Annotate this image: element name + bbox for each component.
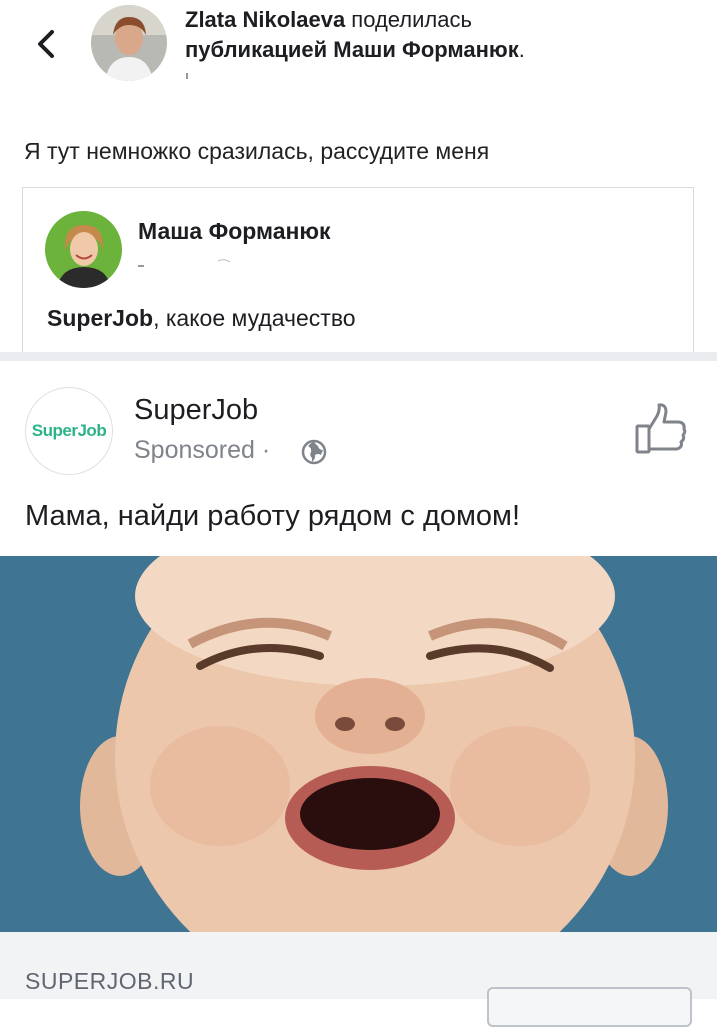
- ad-image-crying-baby[interactable]: [0, 556, 717, 932]
- globe-icon: [301, 439, 327, 465]
- shared-post-meta-fragment: [138, 258, 238, 270]
- link-domain: SUPERJOB.RU: [25, 968, 195, 994]
- shared-post-card[interactable]: Маша Форманюк SuperJob, какое мудачество: [22, 187, 694, 357]
- thumbs-up-icon: [635, 403, 687, 454]
- headline-period: .: [518, 37, 525, 62]
- author-name[interactable]: Zlata Nikolaeva: [185, 7, 345, 32]
- author-avatar[interactable]: [91, 5, 167, 81]
- ad-page-logo[interactable]: SuperJob: [25, 387, 113, 475]
- shared-post-text-rest: , какое мудачество: [153, 305, 356, 331]
- sponsored-dot: ·: [254, 436, 271, 464]
- sponsored-label: Sponsored ·: [134, 436, 270, 465]
- shared-author-avatar[interactable]: [45, 211, 122, 288]
- ad-logo-text: SuperJob: [31, 421, 107, 440]
- back-button[interactable]: [28, 22, 68, 66]
- link-preview-bar[interactable]: SUPERJOB.RU: [0, 932, 717, 1027]
- shared-from-link[interactable]: публикацией Маши Форманюк: [185, 37, 519, 62]
- card-divider: [0, 352, 717, 361]
- like-button[interactable]: [633, 402, 689, 456]
- shared-post-page-tag[interactable]: SuperJob: [47, 305, 153, 331]
- share-headline: Zlata Nikolaeva поделилась публикацией М…: [185, 5, 705, 65]
- post-timestamp-fragment: [185, 72, 195, 82]
- shared-author-name[interactable]: Маша Форманюк: [138, 218, 331, 245]
- shared-post-text: SuperJob, какое мудачество: [47, 305, 356, 332]
- chevron-left-icon: [38, 30, 54, 58]
- post-message: Я тут немножко сразилась, рассудите меня: [24, 138, 490, 164]
- cta-button[interactable]: [487, 987, 692, 1027]
- ad-page-name[interactable]: SuperJob: [134, 394, 258, 427]
- share-action: поделилась: [345, 7, 472, 32]
- post-header: Zlata Nikolaeva поделилась публикацией М…: [0, 0, 717, 100]
- sponsored-text: Sponsored: [134, 436, 255, 464]
- ad-text: Мама, найди работу рядом с домом!: [25, 500, 521, 532]
